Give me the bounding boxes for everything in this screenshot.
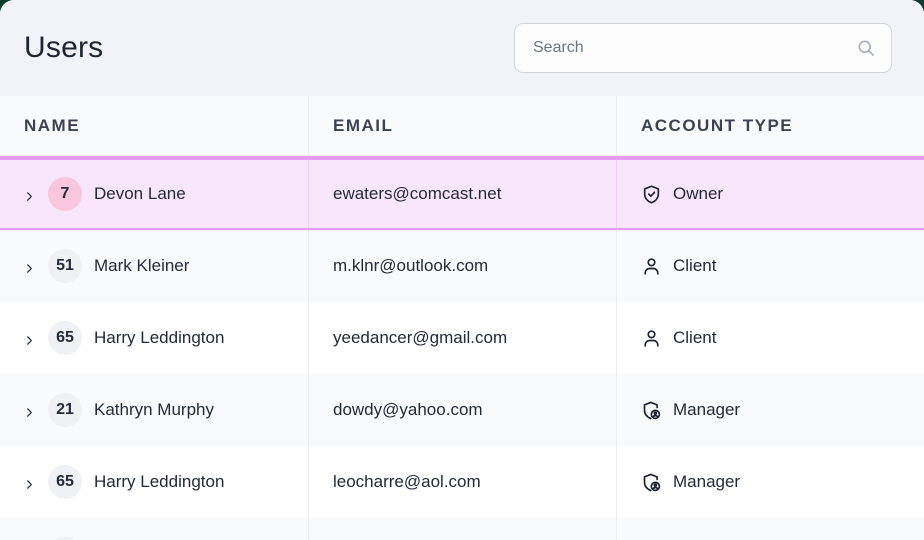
user-name: Devon Lane [94, 184, 186, 203]
account-type-label: Owner [673, 184, 724, 203]
cell-name: 51 Mark Kleiner [0, 230, 309, 302]
column-header-account-type[interactable]: ACCOUNT TYPE [617, 96, 924, 156]
user-name: Harry Leddington [94, 328, 225, 347]
account-type-label: Client [673, 256, 717, 275]
table-row[interactable]: 65 Harry Leddington leocharre@aol.com Ma… [0, 446, 924, 518]
cell-account-type: Owner [617, 160, 924, 228]
cell-name [0, 518, 309, 540]
column-header-email[interactable]: EMAIL [309, 96, 617, 156]
user-email: yeedancer@gmail.com [333, 328, 508, 347]
cell-account-type: Manager [617, 446, 924, 518]
user-icon [641, 328, 662, 349]
chevron-right-icon[interactable] [24, 189, 35, 201]
cell-email: m.klnr@outlook.com [309, 230, 617, 302]
table-row[interactable]: 51 Mark Kleiner m.klnr@outlook.com Clien… [0, 230, 924, 302]
cell-email: ewaters@comcast.net [309, 160, 617, 228]
table-header-row: NAME EMAIL ACCOUNT TYPE [0, 96, 924, 158]
cell-name: 7 Devon Lane [0, 160, 309, 228]
user-email: ewaters@comcast.net [333, 184, 502, 203]
table-row[interactable]: 65 Harry Leddington yeedancer@gmail.com … [0, 302, 924, 374]
cell-email: leocharre@aol.com [309, 446, 617, 518]
shield-check-icon [641, 184, 662, 205]
table-row-partial[interactable] [0, 518, 924, 540]
account-type-label: Manager [673, 472, 741, 491]
user-number-badge: 65 [48, 465, 82, 499]
cell-account-type: Client [617, 230, 924, 302]
account-type-label: Client [673, 328, 717, 347]
user-email: m.klnr@outlook.com [333, 256, 489, 275]
shield-user-icon [641, 472, 662, 493]
chevron-right-icon[interactable] [24, 405, 35, 417]
chevron-right-icon[interactable] [24, 261, 35, 273]
cell-account-type [617, 518, 924, 540]
column-header-name[interactable]: NAME [0, 96, 309, 156]
users-page: Users NAME EMAIL ACCOUNT TYPE [0, 0, 924, 540]
cell-name: 65 Harry Leddington [0, 446, 309, 518]
user-name: Harry Leddington [94, 472, 225, 491]
cell-email [309, 518, 617, 540]
page-title: Users [24, 31, 104, 64]
cell-name: 65 Harry Leddington [0, 302, 309, 374]
cell-name: 21 Kathryn Murphy [0, 374, 309, 446]
account-type-label: Manager [673, 400, 741, 419]
table-row[interactable]: 21 Kathryn Murphy dowdy@yahoo.com Manage… [0, 374, 924, 446]
users-table: NAME EMAIL ACCOUNT TYPE 7 Devon Lane ewa… [0, 96, 924, 540]
user-number-badge: 65 [48, 321, 82, 355]
user-number-badge: 21 [48, 393, 82, 427]
user-name: Mark Kleiner [94, 256, 190, 275]
shield-user-icon [641, 400, 662, 421]
cell-email: dowdy@yahoo.com [309, 374, 617, 446]
user-email: dowdy@yahoo.com [333, 400, 483, 419]
cell-account-type: Manager [617, 374, 924, 446]
page-header: Users [0, 0, 924, 96]
search-input[interactable] [514, 23, 892, 73]
user-name: Kathryn Murphy [94, 400, 214, 419]
chevron-right-icon[interactable] [24, 477, 35, 489]
search-box[interactable] [514, 23, 892, 73]
user-number-badge: 7 [48, 177, 82, 211]
user-number-badge: 51 [48, 249, 82, 283]
cell-account-type: Client [617, 302, 924, 374]
chevron-right-icon[interactable] [24, 333, 35, 345]
cell-email: yeedancer@gmail.com [309, 302, 617, 374]
user-icon [641, 256, 662, 277]
table-row[interactable]: 7 Devon Lane ewaters@comcast.net Owner [0, 158, 924, 230]
user-email: leocharre@aol.com [333, 472, 481, 491]
